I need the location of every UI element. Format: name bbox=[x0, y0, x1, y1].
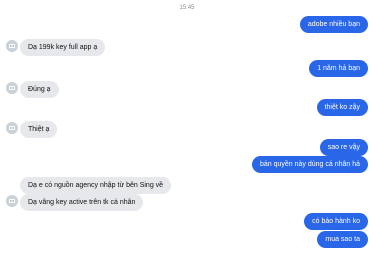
message-outgoing[interactable]: mua sao ta bbox=[317, 231, 368, 248]
message-bubble: adobe nhiều bạn bbox=[299, 16, 368, 33]
message-bubble: Thiệt ạ bbox=[20, 121, 58, 138]
message-outgoing[interactable]: sao re vậy bbox=[319, 139, 368, 156]
message-incoming[interactable]: Thiệt ạ bbox=[20, 121, 58, 138]
message-bubble: sao re vậy bbox=[319, 139, 368, 156]
message-incoming[interactable]: Dạ vâng key active trên tk cá nhân bbox=[20, 194, 144, 211]
message-timestamp: 15:45 bbox=[179, 5, 195, 11]
message-incoming[interactable]: Dạ e có nguồn agency nhập từ bên Sing về bbox=[20, 177, 172, 194]
message-outgoing[interactable]: có bảo hành ko bbox=[304, 213, 368, 230]
message-outgoing[interactable]: 1 năm hả bạn bbox=[309, 60, 368, 77]
message-bubble: Đúng ạ bbox=[20, 81, 59, 98]
avatar-icon[interactable] bbox=[6, 82, 18, 94]
message-outgoing[interactable]: bản quyền này dùng cá nhân hả bbox=[251, 156, 368, 173]
message-bubble: Dạ 199k key full app ạ bbox=[20, 39, 106, 56]
message-bubble: Dạ vâng key active trên tk cá nhân bbox=[20, 194, 144, 211]
chat-thread: 15:45 adobe nhiều bạn Dạ 199k key full a… bbox=[0, 0, 374, 257]
message-bubble: Dạ e có nguồn agency nhập từ bên Sing về bbox=[20, 177, 172, 194]
message-bubble: thiệt ko zậy bbox=[316, 99, 368, 116]
message-bubble: có bảo hành ko bbox=[304, 213, 368, 230]
message-bubble: 1 năm hả bạn bbox=[309, 60, 368, 77]
message-bubble: bản quyền này dùng cá nhân hả bbox=[251, 156, 368, 173]
message-incoming[interactable]: Dạ 199k key full app ạ bbox=[20, 39, 106, 56]
avatar-icon[interactable] bbox=[6, 195, 18, 207]
message-outgoing[interactable]: thiệt ko zậy bbox=[316, 99, 368, 116]
message-incoming[interactable]: Đúng ạ bbox=[20, 81, 59, 98]
avatar-icon[interactable] bbox=[6, 40, 18, 52]
avatar-icon[interactable] bbox=[6, 122, 18, 134]
message-bubble: mua sao ta bbox=[317, 231, 368, 248]
message-outgoing[interactable]: adobe nhiều bạn bbox=[299, 16, 368, 33]
